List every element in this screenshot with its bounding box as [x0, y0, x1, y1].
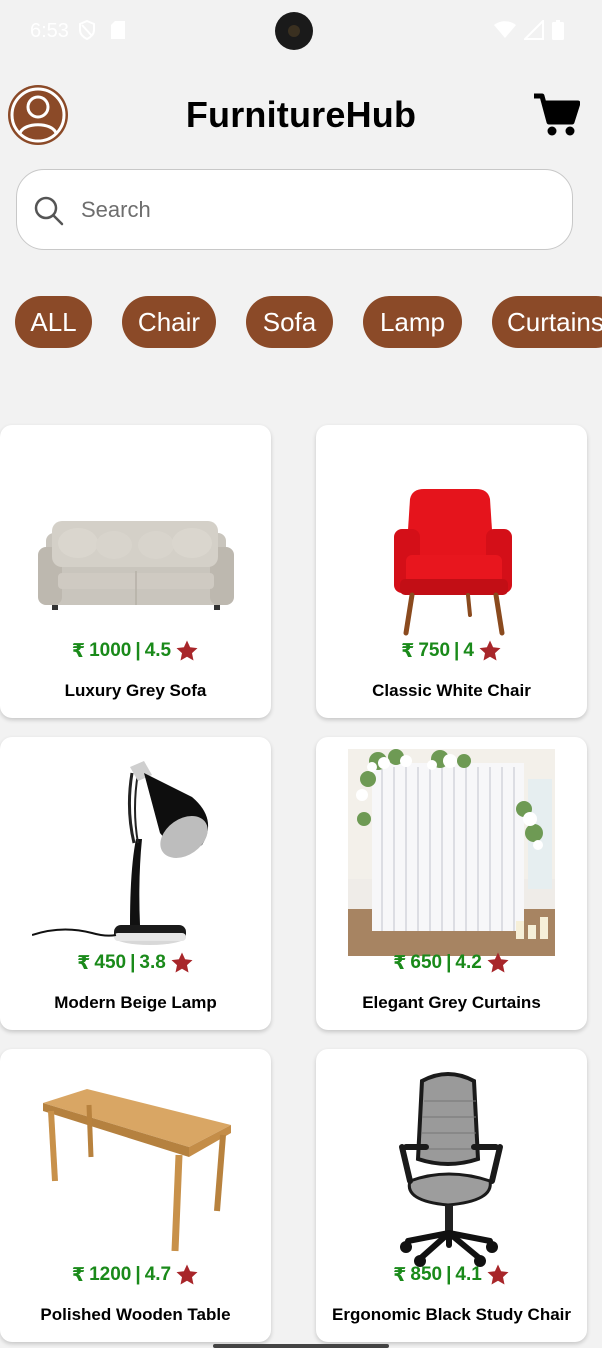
product-rating: 3.8: [139, 952, 166, 973]
battery-icon: [552, 20, 564, 40]
product-name: Modern Beige Lamp: [54, 993, 217, 1012]
product-rating: 4: [463, 640, 474, 661]
armchair-image: [348, 437, 555, 644]
office-chair-image: [348, 1061, 555, 1268]
product-name: Elegant Grey Curtains: [362, 993, 541, 1012]
category-chip-sofa[interactable]: Sofa: [246, 296, 333, 348]
app-title: FurnitureHub: [185, 94, 417, 135]
product-card[interactable]: ₹ 1000 | 4.5 Luxury Grey Sofa: [0, 425, 271, 718]
product-price-rating: ₹ 1200 | 4.7: [0, 1263, 271, 1287]
product-name: Classic White Chair: [372, 681, 531, 700]
product-rating: 4.2: [455, 952, 482, 973]
search-icon: [34, 196, 64, 226]
star-icon: [487, 952, 509, 973]
star-icon: [479, 640, 501, 661]
category-chip-all[interactable]: ALL: [15, 296, 92, 348]
star-icon: [171, 952, 193, 973]
wifi-icon: [494, 21, 516, 38]
status-time: 6:53: [30, 20, 69, 42]
signal-icon: [524, 20, 544, 40]
cart-icon: [534, 93, 581, 136]
product-price: 850: [410, 1264, 443, 1285]
status-bar: 6:53: [0, 0, 602, 62]
product-price: 1000: [89, 640, 132, 661]
table-image: [29, 1061, 236, 1268]
category-chip-curtains[interactable]: Curtains: [492, 296, 602, 348]
cart-button[interactable]: [532, 92, 581, 138]
sofa-image: [32, 437, 239, 644]
product-card[interactable]: ₹ 750 | 4 Classic White Chair: [316, 425, 587, 718]
product-name: Luxury Grey Sofa: [64, 681, 207, 700]
shield-icon: [79, 20, 95, 40]
product-price-rating: ₹ 750 | 4: [316, 639, 587, 663]
product-price: 650: [410, 952, 443, 973]
product-price-rating: ₹ 450 | 3.8: [0, 951, 271, 975]
product-rating: 4.5: [144, 640, 172, 661]
category-chip-lamp[interactable]: Lamp: [363, 296, 462, 348]
product-name: Ergonomic Black Study Chair: [332, 1305, 571, 1324]
sd-card-icon: [111, 21, 125, 39]
product-card[interactable]: ₹ 850 | 4.1 Ergonomic Black Study Chair: [316, 1049, 587, 1342]
product-price: 450: [94, 952, 127, 973]
product-card[interactable]: ₹ 450 | 3.8 Modern Beige Lamp: [0, 737, 271, 1030]
product-price: 750: [418, 640, 451, 661]
curtains-image: [348, 749, 555, 956]
product-card[interactable]: ₹ 650 | 4.2 Elegant Grey Curtains: [316, 737, 587, 1030]
product-rating: 4.1: [455, 1264, 482, 1285]
star-icon: [487, 1264, 509, 1285]
star-icon: [176, 640, 198, 661]
product-rating: 4.7: [144, 1264, 172, 1285]
search-bar[interactable]: [16, 169, 573, 250]
gesture-nav-handle[interactable]: [213, 1344, 389, 1348]
product-card[interactable]: ₹ 1200 | 4.7 Polished Wooden Table: [0, 1049, 271, 1342]
product-price-rating: ₹ 1000 | 4.5: [0, 639, 271, 663]
search-input[interactable]: [81, 194, 541, 226]
front-camera: [275, 12, 313, 50]
desk-lamp-image: [32, 749, 239, 956]
product-price: 1200: [89, 1264, 132, 1285]
product-name: Polished Wooden Table: [40, 1305, 231, 1324]
star-icon: [176, 1264, 198, 1285]
product-price-rating: ₹ 650 | 4.2: [316, 951, 587, 975]
category-filter-row: ALL Chair Sofa Lamp Curtains: [0, 296, 602, 348]
product-price-rating: ₹ 850 | 4.1: [316, 1263, 587, 1287]
category-chip-chair[interactable]: Chair: [122, 296, 216, 348]
